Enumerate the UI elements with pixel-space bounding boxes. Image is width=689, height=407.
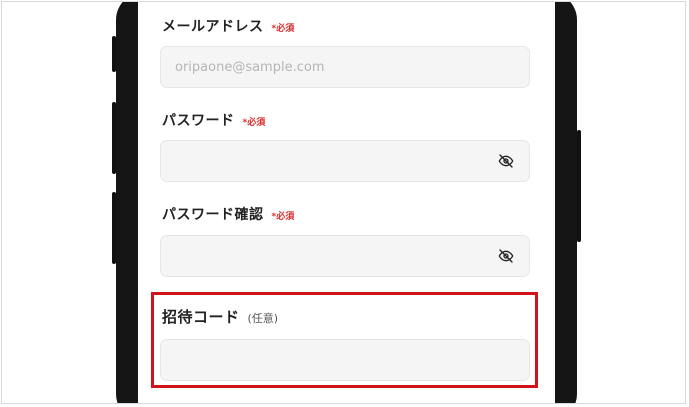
password-confirm-required-badge: *必須 [271,212,295,222]
eye-off-icon[interactable] [497,247,515,265]
password-confirm-input[interactable] [175,248,497,264]
email-label: メールアドレス [162,19,264,35]
screenshot-frame: メールアドレス *必須 パスワード *必須 パスワード確認 *必須 [1,1,686,404]
invite-code-highlight-box [151,292,538,388]
password-label: パスワード [162,113,235,129]
eye-off-icon[interactable] [497,152,515,170]
password-required-badge: *必須 [242,118,266,128]
password-confirm-field[interactable] [160,235,530,277]
email-field[interactable] [160,46,530,88]
email-label-row: メールアドレス *必須 [162,16,294,36]
phone-side-button [577,130,581,242]
password-field[interactable] [160,140,530,182]
password-label-row: パスワード *必須 [162,110,265,130]
password-input[interactable] [175,153,497,169]
email-required-badge: *必須 [271,24,295,34]
password-confirm-label: パスワード確認 [162,207,264,223]
email-input[interactable] [175,59,515,75]
password-confirm-label-row: パスワード確認 *必須 [162,204,294,224]
